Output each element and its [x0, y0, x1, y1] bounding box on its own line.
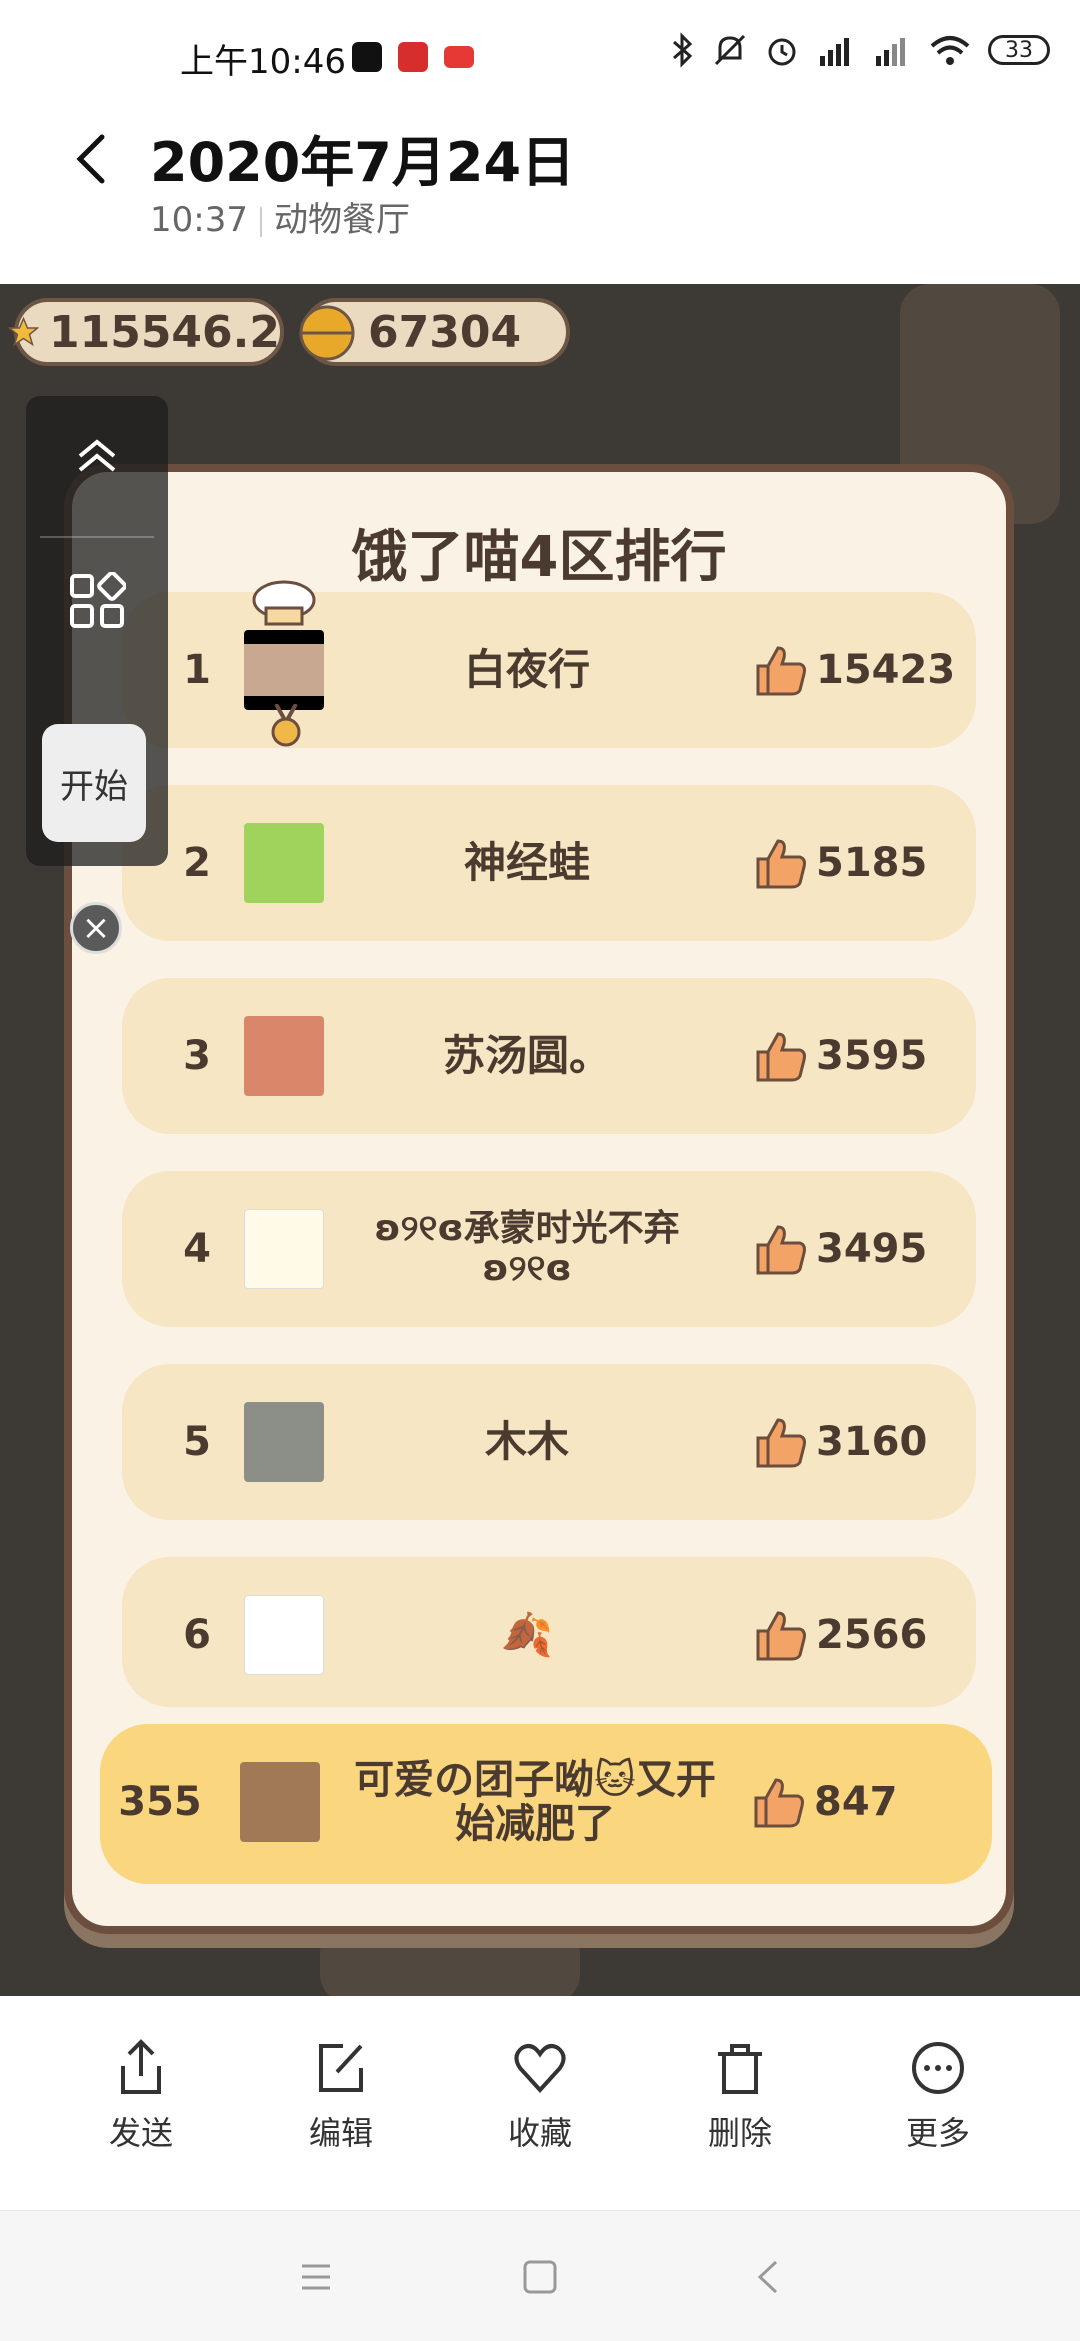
star-icon [8, 316, 39, 347]
home-button[interactable] [518, 2255, 562, 2299]
like-count: 847 [814, 1779, 898, 1825]
edit-button[interactable]: 编辑 [266, 2038, 416, 2154]
bells-value: 67304 [368, 306, 522, 358]
start-button[interactable]: 开始 [42, 724, 146, 842]
delete-label: 删除 [707, 2114, 772, 2152]
back-arrow-icon [76, 134, 105, 184]
share-icon [121, 2039, 161, 2094]
photo-location: 动物餐厅 [273, 200, 410, 240]
stars-counter: 115546.2 [8, 298, 284, 366]
page-title: 2020年7月24日 [150, 131, 576, 194]
signal-icon [876, 38, 905, 66]
leaderboard-panel: 饿了喵4区排行 1 白夜行 15423 2 神经蛙 5185 3 苏汤圆。 35… [64, 464, 1014, 1934]
action-bar: 发送 编辑 收藏 删除 更多 [0, 1996, 1080, 2210]
player-name: 🍂 [500, 1609, 554, 1659]
avatar [244, 1402, 324, 1482]
photo-info: 10:37 动物餐厅 [150, 192, 410, 241]
header: 2020年7月24日 10:37 动物餐厅 [0, 110, 1080, 280]
edit-icon [319, 2044, 363, 2092]
leaderboard-row[interactable]: 4 ʚ୨୧ɞ承蒙时光不弃ʚ୨୧ɞ 3495 [122, 1171, 976, 1327]
player-name: 白夜行 [463, 644, 590, 694]
close-icon[interactable]: × [70, 902, 122, 954]
medal-icon [271, 704, 301, 747]
thumbs-up-icon [756, 646, 806, 696]
tiktok-icon [352, 42, 382, 72]
like-count: 3160 [816, 1419, 928, 1465]
back-triangle-icon [757, 2260, 778, 2294]
bell-icon [299, 305, 355, 361]
leaderboard-row[interactable]: 3 苏汤圆。 3595 [122, 978, 976, 1134]
floating-side-panel: 开始 [26, 396, 168, 866]
chef-hat-icon [252, 580, 316, 626]
divider [259, 206, 262, 237]
status-icons: 33 [670, 32, 1050, 68]
apps-grid-icon[interactable] [68, 572, 126, 630]
avatar [240, 1762, 320, 1842]
like-count: 15423 [816, 647, 956, 693]
leaderboard-row[interactable]: 2 神经蛙 5185 [122, 785, 976, 941]
thumbs-up-icon [756, 1032, 806, 1082]
like-count: 3595 [816, 1033, 928, 1079]
my-rank-row[interactable]: 355 可爱の团子呦🐱又开始减肥了 847 [100, 1724, 992, 1884]
player-name: 木木 [484, 1416, 569, 1466]
more-icon [912, 2042, 964, 2094]
status-time: 上午10:46 [180, 42, 346, 82]
more-label: 更多 [905, 2114, 970, 2152]
trash-icon [718, 2044, 762, 2094]
favorite-button[interactable]: 收藏 [465, 2038, 615, 2154]
thumbs-up-icon [756, 839, 806, 889]
avatar [244, 1209, 324, 1289]
heart-icon [514, 2044, 566, 2093]
news-app-icon [398, 42, 428, 72]
collapse-up-icon[interactable] [72, 436, 122, 476]
toutiao-icon [444, 46, 474, 68]
wifi-icon [930, 36, 970, 65]
delete-button[interactable]: 删除 [665, 2038, 815, 2154]
alarm-icon [768, 38, 796, 66]
bells-counter: 67304 [299, 298, 570, 366]
like-count: 2566 [816, 1612, 928, 1658]
player-name: 苏汤圆。 [442, 1030, 611, 1080]
thumbs-up-icon [754, 1778, 804, 1828]
divider [40, 536, 154, 538]
edit-label: 编辑 [308, 2114, 373, 2152]
menu-button[interactable] [294, 2255, 338, 2299]
rank: 355 [118, 1779, 202, 1825]
leaderboard-row[interactable]: 1 白夜行 15423 [122, 580, 976, 748]
favorite-label: 收藏 [507, 2114, 572, 2152]
send-label: 发送 [108, 2114, 173, 2152]
player-name: ʚ୨୧ɞ承蒙时光不弃ʚ୨୧ɞ [374, 1208, 680, 1289]
leaderboard-title: 饿了喵4区排行 [351, 525, 727, 590]
leaderboard-row[interactable]: 5 木木 3160 [122, 1364, 976, 1520]
thumbs-up-icon [756, 1418, 806, 1468]
background-decoration [320, 1924, 580, 1996]
avatar [244, 1595, 324, 1675]
signal-hd-icon [820, 38, 849, 66]
mute-icon [714, 34, 746, 66]
player-name: 可爱の团子呦🐱又开始减肥了 [354, 1757, 716, 1847]
menu-icon [302, 2264, 330, 2290]
send-button[interactable]: 发送 [66, 2038, 216, 2154]
thumbs-up-icon [756, 1225, 806, 1275]
leaderboard-row[interactable]: 6 🍂 2566 [122, 1557, 976, 1707]
player-name: 神经蛙 [463, 837, 590, 887]
battery-indicator: 33 [988, 35, 1050, 65]
status-bar: 上午10:46 33 [0, 0, 1080, 120]
avatar [244, 1016, 324, 1096]
home-square-icon [523, 2260, 557, 2294]
back-nav-button[interactable] [746, 2255, 790, 2299]
system-nav-bar [0, 2210, 1080, 2341]
like-count: 3495 [816, 1226, 928, 1272]
avatar [244, 823, 324, 903]
avatar [244, 630, 324, 710]
back-button[interactable] [60, 124, 120, 194]
screenshot-image[interactable]: 115546.2 67304 饿了喵4区排行 1 白夜行 15423 2 神经蛙… [0, 284, 1080, 1996]
like-count: 5185 [816, 840, 928, 886]
more-button[interactable]: 更多 [863, 2038, 1013, 2154]
photo-time: 10:37 [150, 200, 248, 240]
stars-value: 115546.2 [48, 306, 280, 358]
thumbs-up-icon [756, 1611, 806, 1661]
bluetooth-icon [673, 32, 693, 68]
